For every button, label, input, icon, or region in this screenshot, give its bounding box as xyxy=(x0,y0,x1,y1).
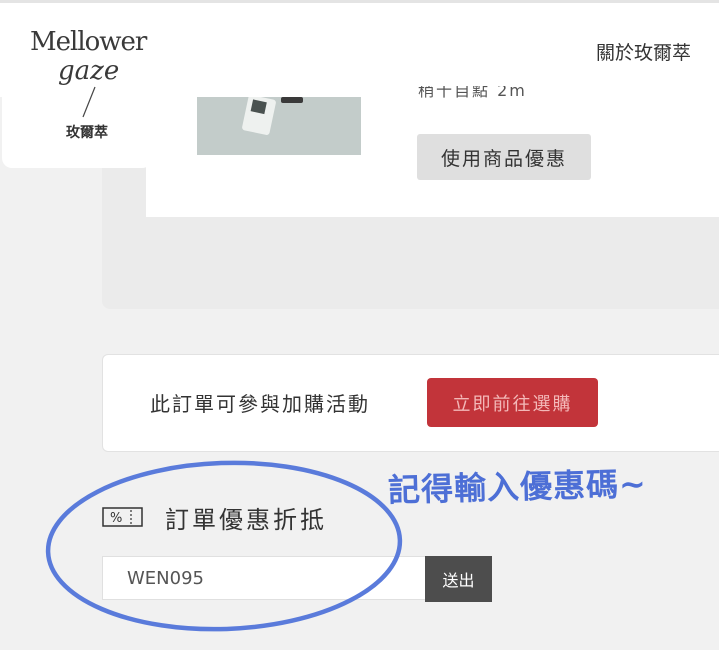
annotation-text: 記得輸入優惠碼~ xyxy=(387,464,648,510)
logo-slash-mark xyxy=(82,86,96,118)
use-product-coupon-button[interactable]: 使用商品優惠 xyxy=(417,134,591,180)
logo-chinese-name: 玫爾萃 xyxy=(66,125,108,141)
product-price-partial: 稍十自點 2m xyxy=(418,86,527,100)
submit-coupon-button[interactable]: 送出 xyxy=(425,556,492,602)
product-image-object xyxy=(281,97,303,103)
order-discount-title: 訂單優惠折抵 xyxy=(165,506,327,534)
svg-text:%: % xyxy=(110,511,122,526)
product-thumbnail[interactable] xyxy=(197,97,361,155)
logo-text-gaze: gaze xyxy=(58,56,120,86)
coupon-code-input[interactable] xyxy=(102,556,426,600)
coupon-ticket-icon: % xyxy=(102,507,143,527)
go-shop-addon-button[interactable]: 立即前往選購 xyxy=(427,378,598,427)
nav-about-link[interactable]: 關於玫爾萃 xyxy=(596,38,719,65)
logo-text-mellower: Mellower xyxy=(30,27,147,57)
addon-promo-text: 此訂單可參與加購活動 xyxy=(150,392,370,416)
product-image-phone xyxy=(241,97,277,136)
